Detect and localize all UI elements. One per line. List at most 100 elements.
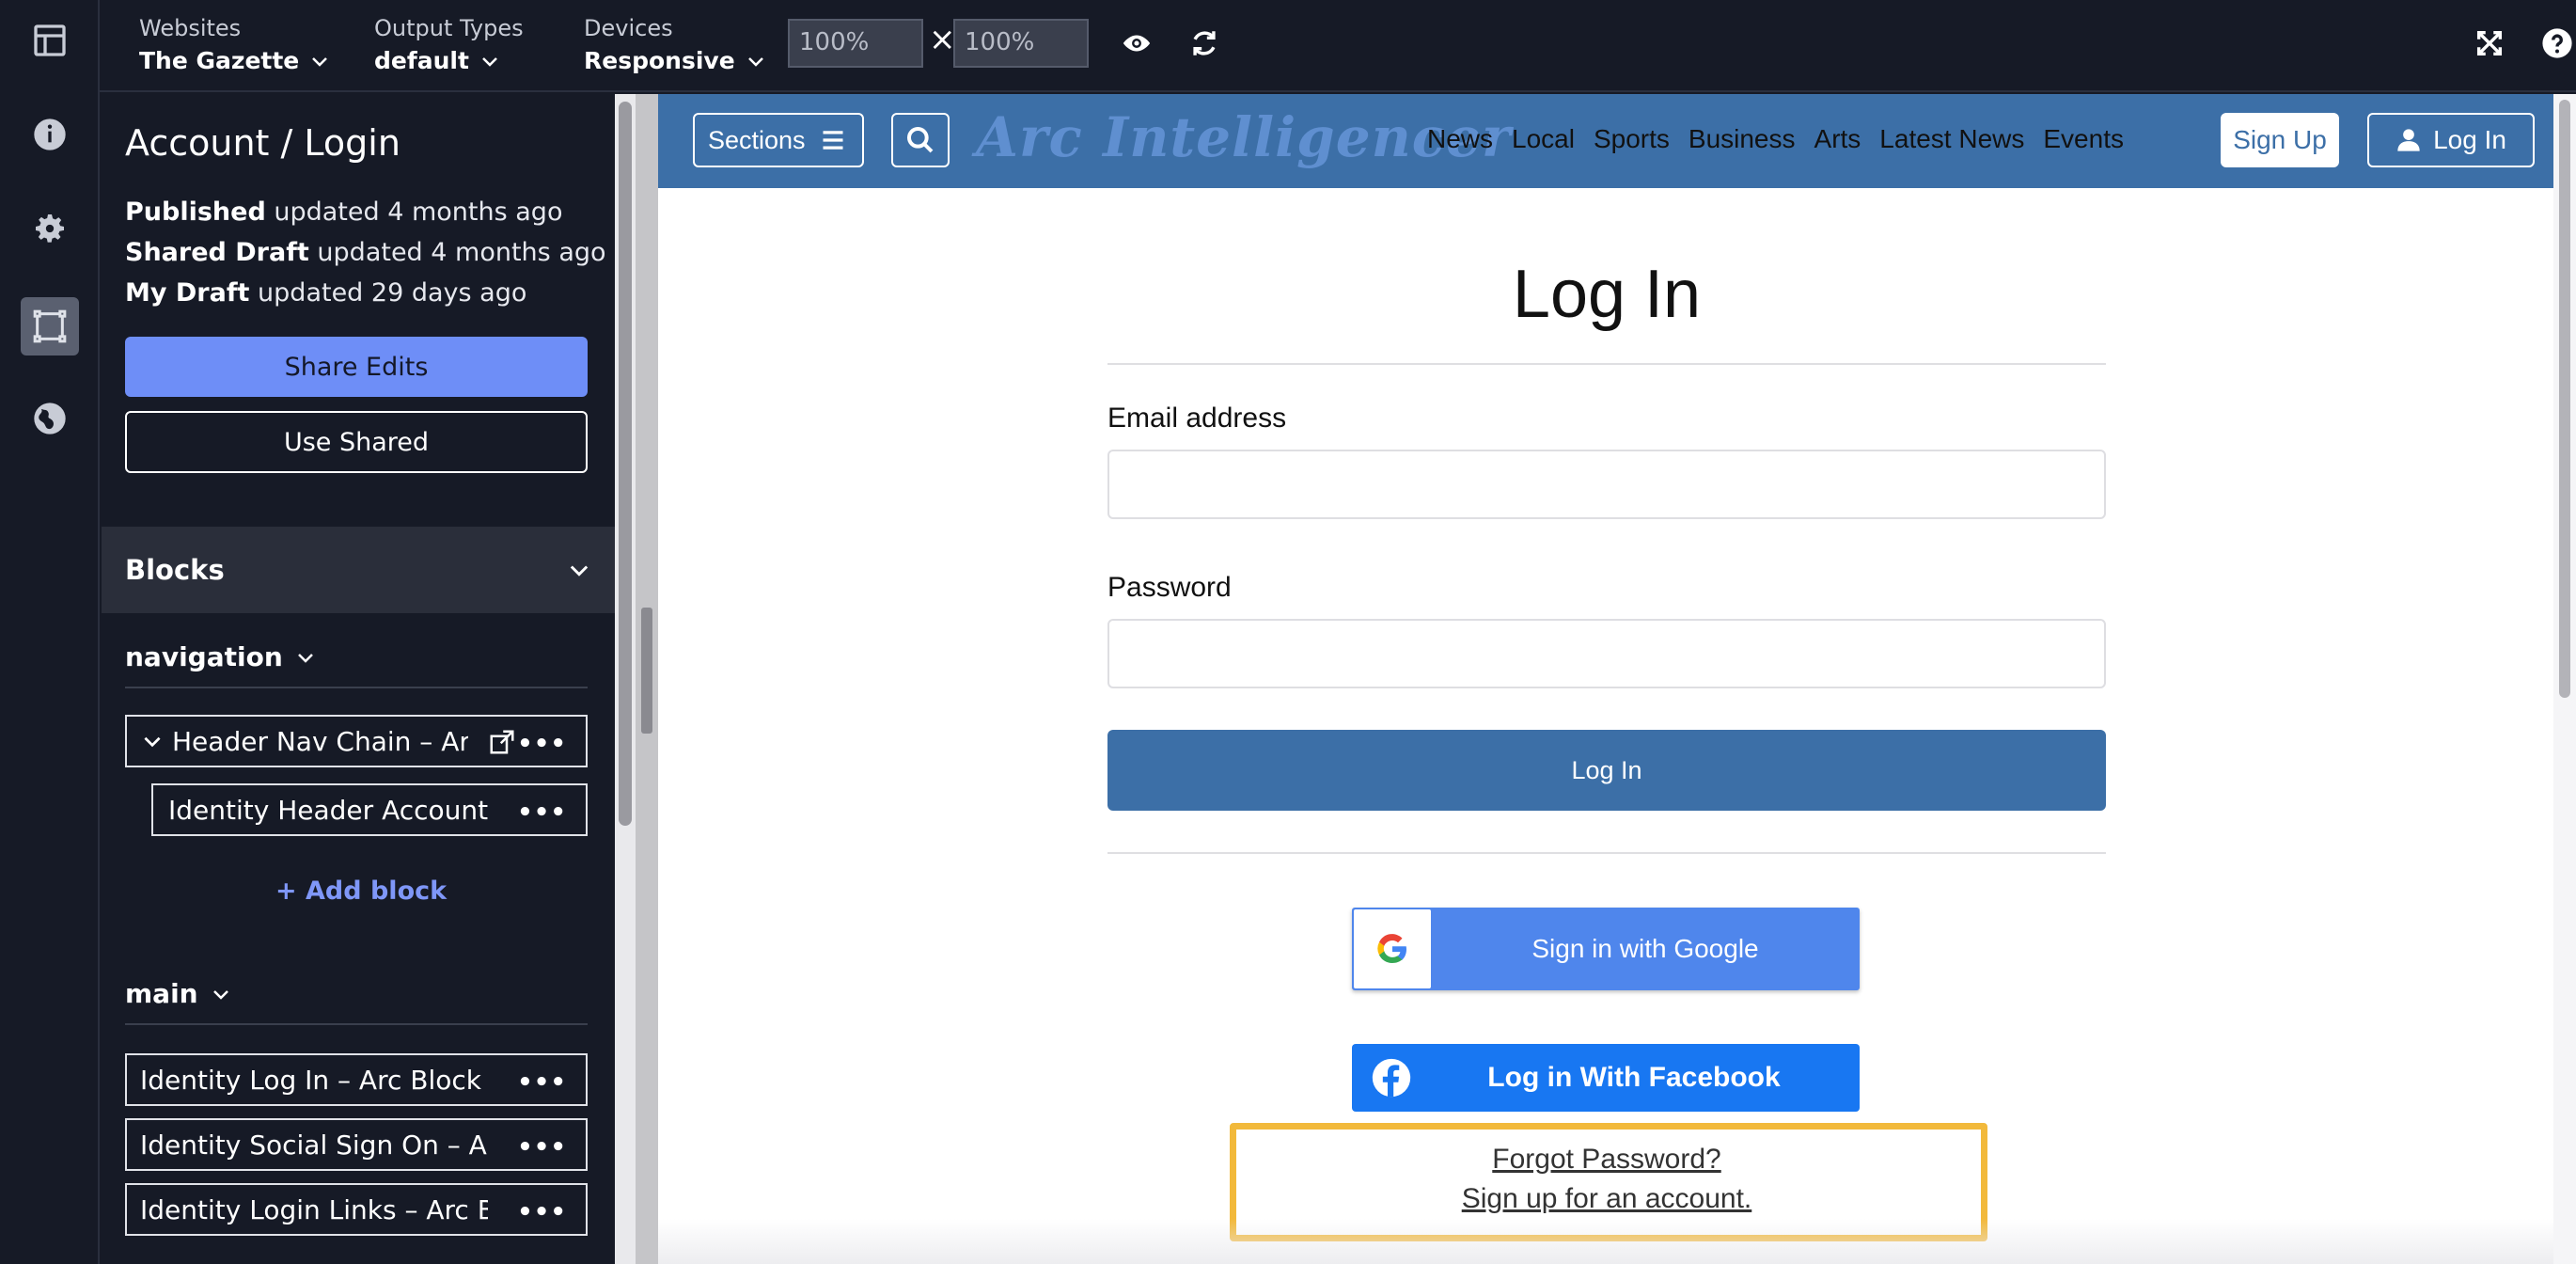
- scroll-thumb[interactable]: [619, 102, 632, 826]
- chevron-down-icon[interactable]: [140, 729, 165, 753]
- app-root: Websites The Gazette Output Types defaul…: [0, 0, 2576, 1264]
- divider: [1107, 852, 2106, 854]
- add-block-label: Add block: [306, 877, 448, 906]
- fullscreen-icon[interactable]: [2471, 24, 2508, 62]
- chevron-down-icon: [482, 56, 497, 67]
- search-icon: [907, 127, 934, 153]
- share-edits-button[interactable]: Share Edits: [125, 337, 588, 397]
- google-sign-in-label: Sign in with Google: [1531, 934, 1759, 963]
- main-section-label: main: [125, 978, 198, 1009]
- log-in-header-button[interactable]: Log In: [2367, 113, 2535, 167]
- block-label: Header Nav Chain – Arc: [172, 725, 468, 757]
- layout-icon[interactable]: [21, 11, 79, 70]
- chevron-down-icon: [312, 56, 328, 67]
- page-panel: Account / Login Published updated 4 mont…: [102, 94, 615, 1264]
- block-identity-log-in[interactable]: Identity Log In – Arc Block •••: [125, 1053, 588, 1106]
- search-button[interactable]: [891, 113, 950, 167]
- site-header: Sections Arc Intelligencer News Local Sp…: [658, 94, 2553, 188]
- resize-icon[interactable]: [21, 297, 79, 356]
- block-label: Identity Log In – Arc Block: [140, 1064, 482, 1096]
- facebook-log-in-label: Log in With Facebook: [1487, 1062, 1781, 1093]
- width-input[interactable]: 100%: [788, 19, 923, 68]
- more-options-icon[interactable]: •••: [517, 1133, 567, 1161]
- block-label: Identity Header Account: [168, 794, 489, 826]
- nav-link-latest-news[interactable]: Latest News: [1879, 124, 2024, 154]
- password-label: Password: [1107, 572, 1232, 603]
- google-icon: [1354, 909, 1431, 988]
- email-label: Email address: [1107, 403, 1287, 434]
- divider: [125, 1023, 588, 1025]
- block-label: Identity Social Sign On – Arc Block: [140, 1129, 488, 1161]
- more-options-icon[interactable]: •••: [517, 1068, 567, 1097]
- forgot-password-link[interactable]: Forgot Password?: [1107, 1144, 2106, 1176]
- top-toolbar: Websites The Gazette Output Types defaul…: [100, 0, 2576, 92]
- refresh-icon[interactable]: [1186, 24, 1223, 62]
- plus-icon: +: [275, 877, 297, 906]
- globe-icon[interactable]: [21, 389, 79, 448]
- devices-select[interactable]: Devices Responsive: [584, 15, 767, 74]
- nav-link-arts[interactable]: Arts: [1814, 124, 1861, 154]
- output-types-label: Output Types: [374, 15, 524, 41]
- facebook-icon: [1372, 1058, 1411, 1098]
- divider: [1107, 363, 2106, 365]
- more-options-icon[interactable]: •••: [517, 730, 567, 758]
- gear-icon[interactable]: [21, 199, 79, 258]
- menu-icon: [823, 131, 843, 150]
- sign-up-link[interactable]: Sign up for an account.: [1107, 1183, 2106, 1215]
- block-header-nav-chain[interactable]: Header Nav Chain – Arc •••: [125, 715, 588, 767]
- email-field[interactable]: [1107, 450, 2106, 519]
- devices-value: Responsive: [584, 47, 735, 74]
- block-identity-social-sign-on[interactable]: Identity Social Sign On – Arc Block •••: [125, 1118, 588, 1171]
- add-block-button[interactable]: + Add block: [275, 877, 447, 906]
- nav-link-events[interactable]: Events: [2043, 124, 2124, 154]
- use-shared-button[interactable]: Use Shared: [125, 411, 588, 473]
- chevron-down-icon: [747, 56, 763, 67]
- external-link-icon[interactable]: [488, 728, 516, 756]
- preview-scrollbar[interactable]: [2553, 94, 2576, 1264]
- nav-link-local[interactable]: Local: [1512, 124, 1575, 154]
- chevron-down-icon: [297, 653, 313, 663]
- chevron-down-icon: [212, 989, 228, 1000]
- times-symbol: ×: [929, 21, 956, 58]
- websites-label: Websites: [139, 15, 242, 41]
- site-nav-links: News Local Sports Business Arts Latest N…: [1427, 124, 2143, 154]
- panel-scrollbar[interactable]: [615, 94, 636, 1264]
- blocks-label: Blocks: [125, 554, 225, 586]
- more-options-icon[interactable]: •••: [517, 798, 567, 827]
- block-label: Identity Login Links – Arc Block: [140, 1193, 488, 1225]
- info-icon[interactable]: [21, 105, 79, 164]
- log-in-submit-button[interactable]: Log In: [1107, 730, 2106, 811]
- page-title: Account / Login: [125, 122, 401, 164]
- login-title: Log In: [1512, 257, 1702, 332]
- block-identity-login-links[interactable]: Identity Login Links – Arc Block •••: [125, 1183, 588, 1236]
- main-section-toggle[interactable]: main: [125, 978, 232, 1009]
- eye-icon[interactable]: [1118, 24, 1155, 62]
- websites-select[interactable]: Websites The Gazette: [139, 15, 331, 74]
- password-field[interactable]: [1107, 619, 2106, 688]
- height-input[interactable]: 100%: [953, 19, 1089, 68]
- block-identity-header-account[interactable]: Identity Header Account •••: [151, 783, 588, 836]
- more-options-icon[interactable]: •••: [517, 1198, 567, 1226]
- divider: [125, 687, 588, 688]
- blocks-header[interactable]: Blocks: [102, 527, 615, 613]
- google-sign-in-button[interactable]: Sign in with Google: [1352, 908, 1860, 990]
- my-draft-status: My Draft updated 29 days ago: [125, 278, 527, 308]
- scroll-thumb[interactable]: [2559, 100, 2570, 698]
- chevron-down-icon: [570, 565, 589, 577]
- nav-link-business[interactable]: Business: [1689, 124, 1796, 154]
- output-types-select[interactable]: Output Types default: [374, 15, 524, 74]
- nav-link-sports[interactable]: Sports: [1594, 124, 1670, 154]
- navigation-section-label: navigation: [125, 641, 283, 672]
- site-preview: Sections Arc Intelligencer News Local Sp…: [658, 94, 2553, 1264]
- gutter-handle[interactable]: [641, 608, 652, 734]
- help-icon[interactable]: [2538, 24, 2576, 62]
- preview-fade: [658, 1219, 2553, 1264]
- icon-rail: [0, 0, 100, 1264]
- facebook-log-in-button[interactable]: Log in With Facebook: [1352, 1044, 1860, 1112]
- navigation-section-toggle[interactable]: navigation: [125, 641, 317, 672]
- sign-up-button[interactable]: Sign Up: [2221, 113, 2339, 167]
- sections-label: Sections: [708, 125, 806, 154]
- resize-gutter[interactable]: [636, 94, 658, 1264]
- sections-button[interactable]: Sections: [693, 113, 864, 167]
- nav-link-news[interactable]: News: [1427, 124, 1493, 154]
